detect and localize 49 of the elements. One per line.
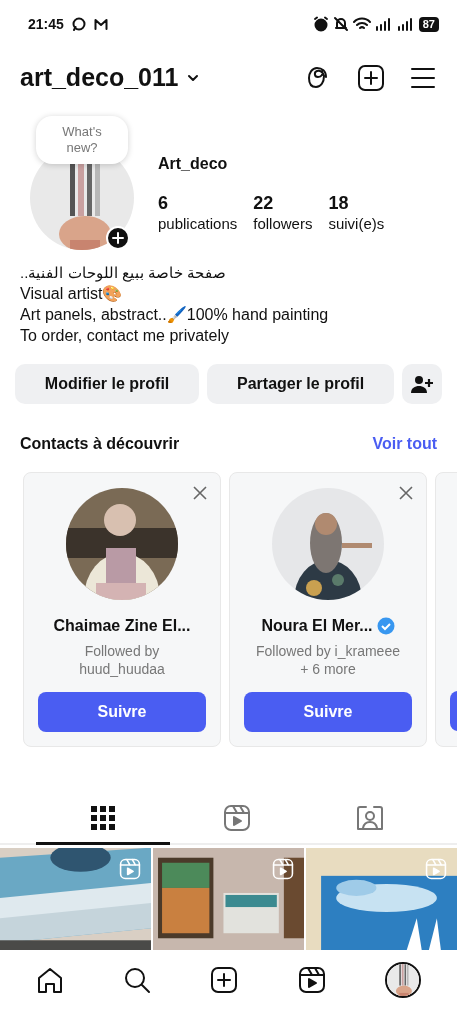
stat-count: 6 [158, 192, 169, 214]
signal-icon [396, 17, 415, 31]
chevron-down-icon[interactable] [186, 73, 201, 83]
followed-by-text: + 6 more [299, 660, 357, 678]
grid-icon [90, 805, 115, 830]
bell-off-icon [332, 16, 349, 32]
stat-label: publications [158, 214, 238, 234]
reels-icon [222, 803, 251, 832]
profile-button[interactable]: Modifier le profil [15, 364, 200, 404]
bio-line: Visual artist🎨 [20, 284, 124, 304]
followed-by-text: Followed by [83, 642, 161, 660]
add-person-button[interactable] [402, 364, 442, 404]
bio-line: To order, contact me privately [20, 326, 230, 346]
profile-avatar[interactable] [385, 962, 422, 998]
battery-indicator: 87 [418, 16, 439, 32]
add-person-icon [411, 374, 433, 395]
username: art_deco_011 [20, 62, 179, 94]
section-title: Contacts à découvrir [20, 434, 180, 454]
bio-line: Art panels, abstract..🖌100% hand painting [20, 305, 330, 325]
follow-button[interactable]: Suivre [244, 692, 412, 732]
status-time: 21:45 [28, 14, 64, 34]
followed-by-text: Followed by i_krameee [256, 642, 400, 660]
add-story-icon[interactable] [106, 226, 130, 250]
close-button[interactable] [192, 485, 208, 501]
chat-icon [71, 17, 86, 31]
tagged-icon [356, 803, 385, 832]
stat-count: 22 [253, 192, 275, 214]
stat-label: suivi(e)s [328, 214, 385, 234]
close-button[interactable] [398, 485, 414, 501]
mail-icon [93, 17, 108, 31]
home-icon[interactable] [35, 966, 64, 994]
alarm-icon [312, 16, 329, 32]
profile-button[interactable]: Partager le profil [207, 364, 394, 404]
followed-by-text: huud_huudaa [79, 660, 165, 678]
suggestion-name: Chaimae Zine El... [53, 616, 191, 636]
stat-label: followers [253, 214, 313, 234]
signal-icon [374, 17, 393, 31]
follow-button[interactable]: Suivre [38, 692, 206, 732]
note-bubble: What's new? [36, 116, 128, 164]
search-icon[interactable] [123, 966, 152, 994]
create-icon[interactable] [210, 966, 239, 994]
profile-name: Art_deco [158, 154, 229, 174]
wifi-icon [352, 16, 371, 32]
bio-line: صفحة خاصة ببيع اللوحات الفنية.. [20, 263, 227, 283]
see-all-link[interactable]: Voir tout [372, 432, 437, 456]
suggestion-name: Noura El Mer... [261, 616, 373, 636]
reels-icon[interactable] [297, 966, 326, 994]
create-icon[interactable] [357, 64, 385, 92]
stat-count: 18 [328, 192, 350, 214]
